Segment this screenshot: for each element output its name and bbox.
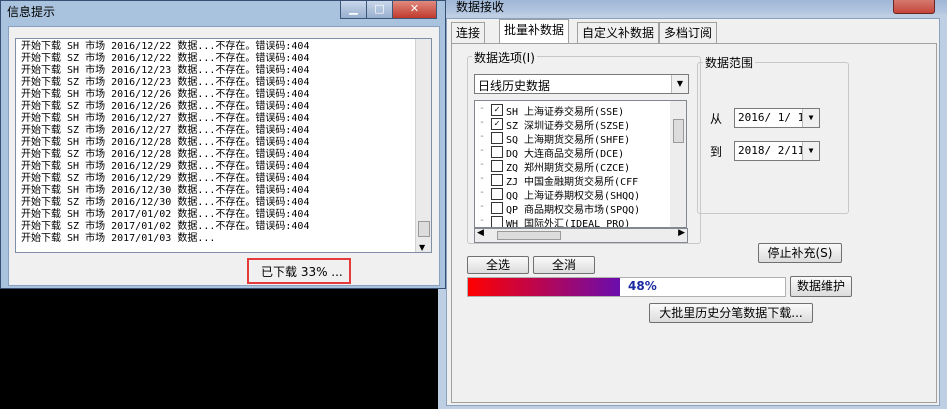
tree-connector: - <box>479 145 486 156</box>
info-window: 信息提示 ▁ □ ✕ 开始下载 SH 市场 2016/12/22 数据...不存… <box>0 0 446 289</box>
market-checkbox[interactable] <box>491 188 503 200</box>
status-highlight: 已下载 33% ... <box>247 258 351 284</box>
maximize-button[interactable]: □ <box>366 1 393 19</box>
log-line: 开始下载 SH 市场 2017/01/03 数据... <box>21 233 216 244</box>
market-label: SH 上海证券交易所(SSE) <box>506 107 625 118</box>
market-label: QQ 上海证券期权交易(SHQQ) <box>506 191 641 202</box>
tab-custom-supplement[interactable]: 自定义补数据 <box>577 22 660 43</box>
data-receive-body: 连接 批量补数据 自定义补数据 多档订阅 数据选项(I) 日线历史数据 ▼ - ✓… <box>446 18 940 406</box>
log-line: 开始下载 SZ 市场 2016/12/26 数据...不存在。错误码:404 <box>21 101 310 112</box>
log-line: 开始下载 SZ 市场 2016/12/22 数据...不存在。错误码:404 <box>21 53 310 64</box>
tab-batch-supplement[interactable]: 批量补数据 <box>499 19 570 44</box>
progress-fill <box>468 278 621 296</box>
market-label: DQ 大连商品交易所(DCE) <box>506 149 625 160</box>
chevron-down-icon[interactable]: ▼ <box>419 243 425 252</box>
market-list[interactable]: - ✓ SH 上海证券交易所(SSE) - ✓ SZ 深圳证券交易所(SZSE) - SQ 上… <box>474 100 672 228</box>
market-label: QP 商品期权交易市场(SPQQ) <box>506 205 641 216</box>
minimize-button[interactable]: ▁ <box>340 1 367 19</box>
from-date-value: 2016/ 1/ 1 <box>738 111 805 124</box>
data-options-label: 数据选项(I) <box>472 49 537 66</box>
tree-connector: - <box>479 159 486 170</box>
log-line: 开始下载 SZ 市场 2016/12/30 数据...不存在。错误码:404 <box>21 197 310 208</box>
tree-connector: - <box>479 131 486 142</box>
to-date-picker[interactable]: 2018/ 2/11 ▼ <box>734 141 820 161</box>
stop-supplement-button[interactable]: 停止补充(S) <box>758 243 842 263</box>
chevron-right-icon[interactable]: ▶ <box>678 228 685 238</box>
tree-connector: - <box>479 173 486 184</box>
market-checkbox[interactable] <box>491 160 503 172</box>
minimize-icon: ▁ <box>349 2 358 15</box>
data-range-group <box>697 62 849 214</box>
tab-connect[interactable]: 连接 <box>451 22 486 43</box>
market-label: WH 国际外汇(IDEAL PRO) <box>506 219 631 228</box>
chevron-left-icon[interactable]: ◀ <box>477 228 484 238</box>
close-button[interactable]: ✕ <box>392 1 437 19</box>
to-label: 到 <box>710 145 723 159</box>
log-line: 开始下载 SZ 市场 2016/12/29 数据...不存在。错误码:404 <box>21 173 310 184</box>
log-line: 开始下载 SH 市场 2016/12/26 数据...不存在。错误码:404 <box>21 89 310 100</box>
data-receive-window: 数据接收 连接 批量补数据 自定义补数据 多档订阅 数据选项(I) 日线历史数据… <box>438 0 947 409</box>
data-type-value: 日线历史数据 <box>478 79 551 93</box>
tab-panel: 数据选项(I) 日线历史数据 ▼ - ✓ SH 上海证券交易所(SSE) - ✓ SZ 深… <box>451 43 937 403</box>
maximize-icon: □ <box>374 2 385 15</box>
to-date-value: 2018/ 2/11 <box>738 144 805 157</box>
market-checkbox[interactable] <box>491 146 503 158</box>
log-line: 开始下载 SH 市场 2016/12/29 数据...不存在。错误码:404 <box>21 161 310 172</box>
data-receive-title: 数据接收 <box>456 0 505 14</box>
log-vscrollbar[interactable]: ▼ <box>415 39 431 252</box>
close-icon: ✕ <box>409 2 420 15</box>
market-checkbox[interactable] <box>491 132 503 144</box>
market-checkbox[interactable] <box>491 202 503 214</box>
bulk-tick-download-button[interactable]: 大批里历史分笔数据下载... <box>649 303 813 323</box>
market-label: SQ 上海期货交易所(SHFE) <box>506 135 631 146</box>
tree-connector: - <box>479 215 486 226</box>
tree-connector: - <box>479 103 486 114</box>
chevron-down-icon[interactable]: ▼ <box>802 109 819 127</box>
market-checkbox[interactable]: ✓ <box>491 118 503 130</box>
status-bar: 已下载 33% ... <box>15 254 430 284</box>
tree-connector: - <box>479 187 486 198</box>
data-type-select[interactable]: 日线历史数据 ▼ <box>474 74 689 94</box>
scroll-thumb[interactable] <box>673 119 684 143</box>
log-line: 开始下载 SH 市场 2016/12/27 数据...不存在。错误码:404 <box>21 113 310 124</box>
close-button[interactable] <box>893 0 935 14</box>
progress-bar: 48% <box>467 277 786 297</box>
log-line: 开始下载 SZ 市场 2016/12/23 数据...不存在。错误码:404 <box>21 77 310 88</box>
log-line: 开始下载 SZ 市场 2016/12/27 数据...不存在。错误码:404 <box>21 125 310 136</box>
market-list-hscrollbar[interactable]: ◀ ▶ <box>474 228 688 243</box>
market-label: ZJ 中国金融期货交易所(CFF <box>506 177 639 188</box>
info-title: 信息提示 <box>7 5 56 19</box>
log-line: 开始下载 SH 市场 2016/12/28 数据...不存在。错误码:404 <box>21 137 310 148</box>
log-line: 开始下载 SZ 市场 2016/12/28 数据...不存在。错误码:404 <box>21 149 310 160</box>
market-label: SZ 深圳证券交易所(SZSE) <box>506 121 631 132</box>
hscroll-thumb[interactable] <box>497 231 561 240</box>
scroll-thumb[interactable] <box>418 221 430 237</box>
tab-depth-subscribe[interactable]: 多档订阅 <box>659 22 718 43</box>
data-receive-titlebar: 数据接收 <box>438 0 947 14</box>
from-label: 从 <box>710 112 723 126</box>
deselect-all-button[interactable]: 全消 <box>533 256 595 274</box>
tree-connector: - <box>479 117 486 128</box>
download-status: 已下载 33% ... <box>261 265 343 279</box>
log-line: 开始下载 SH 市场 2016/12/30 数据...不存在。错误码:404 <box>21 185 310 196</box>
from-date-picker[interactable]: 2016/ 1/ 1 ▼ <box>734 108 820 128</box>
tree-connector: - <box>479 201 486 212</box>
chevron-down-icon[interactable]: ▼ <box>671 75 688 93</box>
log-line: 开始下载 SH 市场 2016/12/22 数据...不存在。错误码:404 <box>21 41 310 52</box>
log-line: 开始下载 SH 市场 2017/01/02 数据...不存在。错误码:404 <box>21 209 310 220</box>
market-label: ZQ 郑州期货交易所(CZCE) <box>506 163 631 174</box>
log-line: 开始下载 SZ 市场 2017/01/02 数据...不存在。错误码:404 <box>21 221 310 232</box>
progress-label: 48% <box>628 279 657 293</box>
chevron-down-icon[interactable]: ▼ <box>802 142 819 160</box>
log-line: 开始下载 SH 市场 2016/12/23 数据...不存在。错误码:404 <box>21 65 310 76</box>
market-checkbox[interactable]: ✓ <box>491 104 503 116</box>
data-range-label: 数据范围 <box>703 54 756 71</box>
select-all-button[interactable]: 全选 <box>467 256 529 274</box>
data-maintenance-button[interactable]: 数据维护 <box>790 276 852 297</box>
market-checkbox[interactable] <box>491 174 503 186</box>
market-list-vscrollbar[interactable] <box>670 100 687 228</box>
market-checkbox[interactable] <box>491 216 503 227</box>
log-textbox[interactable]: 开始下载 SH 市场 2016/12/22 数据...不存在。错误码:404 开始… <box>15 38 432 253</box>
